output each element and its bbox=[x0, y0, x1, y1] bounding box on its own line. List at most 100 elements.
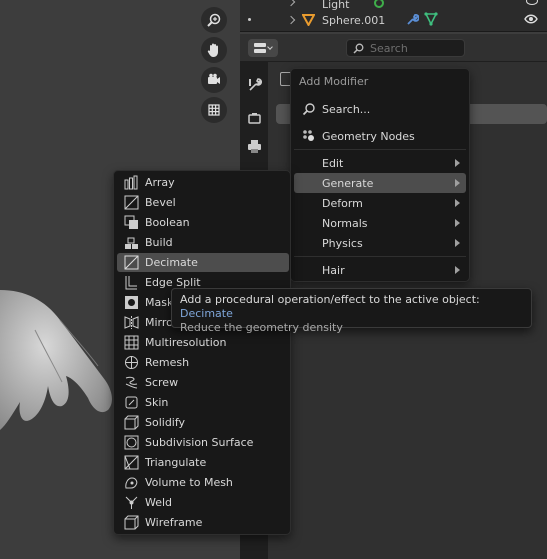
tab-render[interactable] bbox=[243, 107, 265, 129]
mesh-object-icon bbox=[302, 14, 315, 26]
solidify-icon bbox=[124, 415, 139, 430]
search-icon bbox=[353, 43, 364, 54]
subdivision-surface-icon bbox=[124, 435, 139, 450]
menu-item-boolean[interactable]: Boolean bbox=[117, 213, 289, 232]
zoom-button[interactable] bbox=[201, 7, 227, 33]
multiresolution-icon bbox=[124, 335, 139, 350]
wrench-icon[interactable] bbox=[406, 13, 419, 26]
tab-tool[interactable] bbox=[243, 73, 265, 95]
menu-item-remesh[interactable]: Remesh bbox=[117, 353, 289, 372]
submenu-arrow-icon bbox=[455, 266, 460, 274]
mesh-data-icon[interactable] bbox=[424, 12, 438, 26]
menu-item-label: Build bbox=[145, 236, 173, 249]
tooltip-text: Add a procedural operation/effect to the… bbox=[180, 293, 480, 306]
menu-item-label: Decimate bbox=[145, 256, 198, 269]
menu-item-label: Boolean bbox=[145, 216, 190, 229]
menu-item-multiresolution[interactable]: Multiresolution bbox=[117, 333, 289, 352]
bevel-icon bbox=[124, 195, 139, 210]
menu-item-skin[interactable]: Skin bbox=[117, 393, 289, 412]
menu-item-label: Subdivision Surface bbox=[145, 436, 254, 449]
menu-item-label: Generate bbox=[322, 176, 374, 190]
menu-item-geometry-nodes[interactable]: Geometry Nodes bbox=[294, 126, 466, 146]
tooltip-operator-name: Decimate bbox=[180, 307, 233, 320]
generate-submenu: Array Bevel Boolean Build Decimate Edge … bbox=[113, 170, 291, 535]
boolean-icon bbox=[124, 215, 138, 229]
zoom-icon bbox=[207, 13, 221, 27]
menu-item-label: Geometry Nodes bbox=[322, 129, 415, 143]
outliner-item-label: Light bbox=[322, 0, 350, 11]
menu-item-label: Skin bbox=[145, 396, 169, 409]
menu-item-label: Weld bbox=[145, 496, 173, 509]
printer-icon bbox=[247, 139, 261, 153]
dot-icon bbox=[248, 18, 251, 21]
geometry-nodes-icon bbox=[303, 130, 314, 141]
menu-search-item[interactable]: Search... bbox=[294, 99, 466, 119]
build-icon bbox=[125, 237, 138, 249]
menu-item-hair[interactable]: Hair bbox=[294, 260, 466, 280]
menu-item-label: Normals bbox=[322, 216, 368, 230]
eye-icon[interactable] bbox=[524, 14, 538, 24]
menu-item-label: Bevel bbox=[145, 196, 176, 209]
wireframe-icon bbox=[124, 515, 139, 530]
outliner-item-label: Sphere.001 bbox=[322, 13, 386, 27]
menu-title: Add Modifier bbox=[299, 75, 369, 88]
menu-item-wireframe[interactable]: Wireframe bbox=[117, 513, 289, 532]
menu-item-label: Mask bbox=[145, 296, 174, 309]
light-data-icon bbox=[374, 0, 384, 8]
outliner: Light Sphere.001 bbox=[240, 0, 547, 32]
menu-item-generate[interactable]: Generate bbox=[294, 173, 466, 193]
search-icon bbox=[302, 103, 315, 116]
hand-mesh bbox=[0, 290, 112, 430]
array-icon bbox=[124, 175, 138, 190]
eye-icon[interactable] bbox=[526, 0, 538, 5]
expand-arrow-icon[interactable] bbox=[286, 15, 296, 25]
expand-arrow-icon[interactable] bbox=[286, 0, 296, 7]
search-placeholder: Search bbox=[370, 41, 408, 55]
triangulate-icon bbox=[124, 455, 139, 470]
menu-item-label: Wireframe bbox=[145, 516, 203, 529]
menu-item-build[interactable]: Build bbox=[117, 233, 289, 252]
tooltip: Add a procedural operation/effect to the… bbox=[171, 288, 532, 334]
editor-type-dropdown[interactable] bbox=[248, 39, 278, 57]
camera-view-button[interactable] bbox=[201, 67, 227, 93]
menu-item-label: Remesh bbox=[145, 356, 190, 369]
properties-header: Search bbox=[240, 34, 547, 62]
camera-icon bbox=[208, 73, 220, 84]
properties-search-input[interactable]: Search bbox=[346, 39, 465, 57]
menu-item-subdivision-surface[interactable]: Subdivision Surface bbox=[117, 433, 289, 452]
skin-icon bbox=[125, 396, 138, 409]
remesh-icon bbox=[125, 356, 138, 369]
menu-item-screw[interactable]: Screw bbox=[117, 373, 289, 392]
tooltip-description: Add a procedural operation/effect to the… bbox=[180, 293, 523, 321]
menu-item-edit[interactable]: Edit bbox=[294, 153, 466, 173]
menu-item-decimate[interactable]: Decimate bbox=[117, 253, 289, 272]
submenu-arrow-icon bbox=[455, 179, 460, 187]
menu-item-array[interactable]: Array bbox=[117, 173, 289, 192]
mirror-icon bbox=[124, 316, 139, 329]
menu-item-normals[interactable]: Normals bbox=[294, 213, 466, 233]
menu-separator bbox=[294, 256, 466, 257]
menu-item-label: Multiresolution bbox=[145, 336, 227, 349]
menu-item-deform[interactable]: Deform bbox=[294, 193, 466, 213]
ortho-toggle-button[interactable] bbox=[201, 97, 227, 123]
tool-icon bbox=[248, 77, 262, 91]
properties-editor-icon bbox=[254, 43, 266, 53]
menu-item-triangulate[interactable]: Triangulate bbox=[117, 453, 289, 472]
menu-item-volume-to-mesh[interactable]: Volume to Mesh bbox=[117, 473, 289, 492]
menu-item-label: Solidify bbox=[145, 416, 186, 429]
add-modifier-menu: Add Modifier Search... Geometry Nodes Ed… bbox=[290, 68, 470, 282]
menu-item-label: Deform bbox=[322, 196, 363, 210]
pan-button[interactable] bbox=[201, 37, 227, 63]
submenu-arrow-icon bbox=[455, 199, 460, 207]
menu-item-weld[interactable]: Weld bbox=[117, 493, 289, 512]
menu-item-physics[interactable]: Physics bbox=[294, 233, 466, 253]
menu-item-solidify[interactable]: Solidify bbox=[117, 413, 289, 432]
menu-item-label: Edit bbox=[322, 156, 344, 170]
submenu-arrow-icon bbox=[455, 239, 460, 247]
submenu-arrow-icon bbox=[455, 159, 460, 167]
volume-to-mesh-icon bbox=[125, 477, 138, 489]
menu-item-label: Hair bbox=[322, 263, 345, 277]
outliner-row-sphere[interactable]: Sphere.001 bbox=[240, 10, 547, 30]
tab-output[interactable] bbox=[243, 135, 265, 157]
menu-item-bevel[interactable]: Bevel bbox=[117, 193, 289, 212]
